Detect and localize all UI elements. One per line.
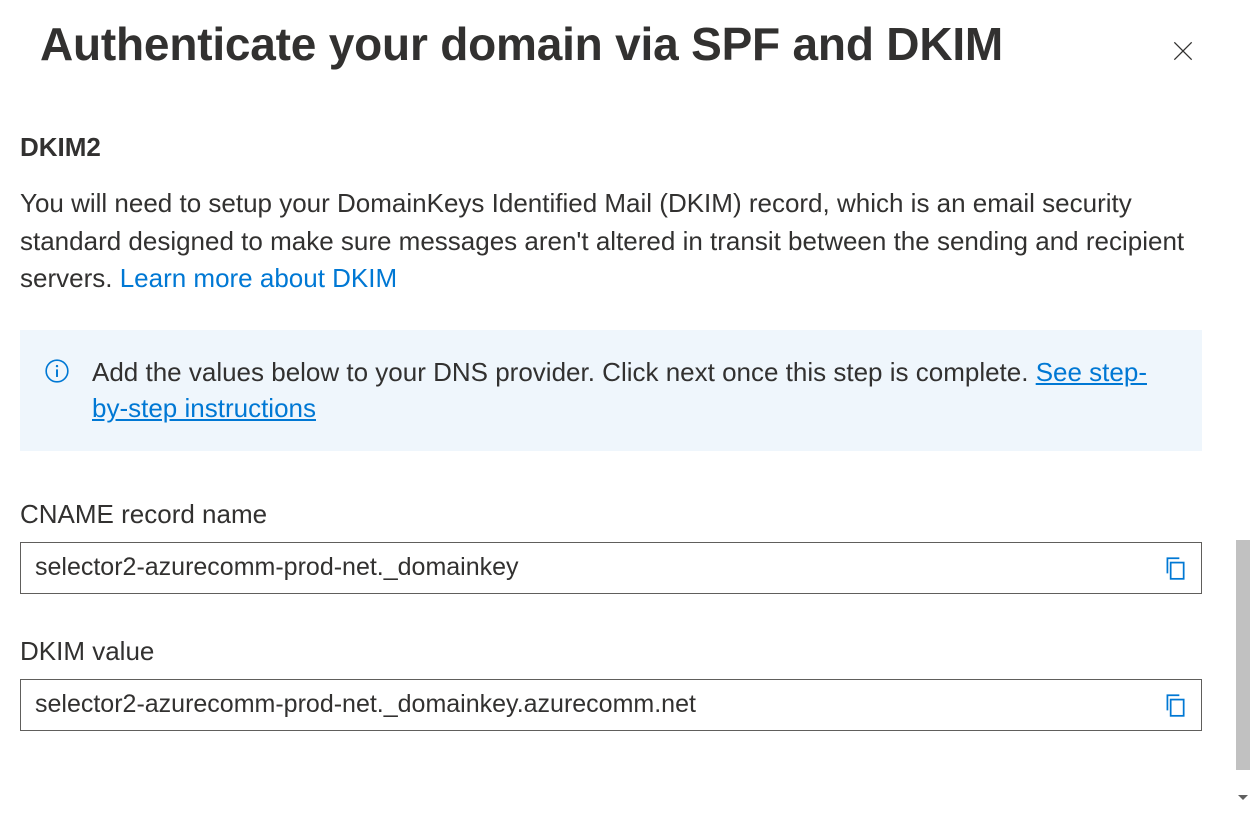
dkim-field-group: DKIM value [20,636,1202,731]
learn-more-link[interactable]: Learn more about DKIM [120,263,397,293]
cname-copy-button[interactable] [1158,551,1192,585]
cname-input[interactable] [20,542,1202,594]
section-description: You will need to setup your DomainKeys I… [20,185,1202,298]
info-text: Add the values below to your DNS provide… [92,354,1174,427]
dkim-label: DKIM value [20,636,1202,667]
scrollbar[interactable] [1234,0,1252,808]
copy-icon [1162,555,1188,581]
dialog-panel: Authenticate your domain via SPF and DKI… [0,0,1252,808]
dialog-content: DKIM2 You will need to setup your Domain… [0,102,1252,820]
section-heading: DKIM2 [20,132,1202,163]
scrollbar-thumb[interactable] [1236,540,1250,770]
close-button[interactable] [1162,30,1204,72]
cname-label: CNAME record name [20,499,1202,530]
dkim-copy-button[interactable] [1158,688,1192,722]
dkim-field-wrapper [20,679,1202,731]
info-icon [44,358,70,384]
copy-icon [1162,692,1188,718]
dialog-header: Authenticate your domain via SPF and DKI… [0,0,1252,72]
scrollbar-down-arrow[interactable] [1236,790,1250,806]
info-box: Add the values below to your DNS provide… [20,330,1202,451]
cname-field-wrapper [20,542,1202,594]
dkim-input[interactable] [20,679,1202,731]
close-icon [1170,38,1196,64]
info-message: Add the values below to your DNS provide… [92,357,1036,387]
cname-field-group: CNAME record name [20,499,1202,594]
dialog-title: Authenticate your domain via SPF and DKI… [40,18,1003,71]
